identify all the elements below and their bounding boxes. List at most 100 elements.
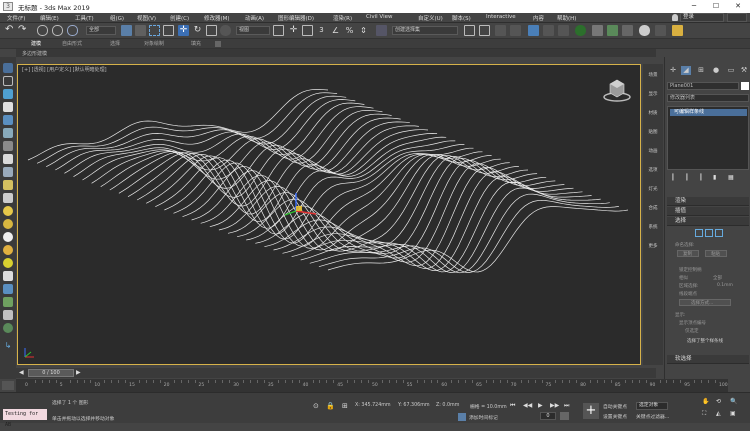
current-frame-field[interactable]: 0 bbox=[540, 412, 556, 420]
go-to-end-icon[interactable]: ⏭ bbox=[564, 402, 569, 410]
project-folder-icon[interactable] bbox=[672, 25, 683, 36]
wire-contour-line[interactable] bbox=[218, 154, 519, 252]
link-icon[interactable] bbox=[37, 25, 48, 36]
orbit-icon[interactable]: ⟲ bbox=[716, 398, 721, 405]
menu-group[interactable]: 组(G) bbox=[110, 14, 124, 22]
display-lights-icon[interactable] bbox=[3, 128, 13, 138]
ribbon-tab-populate[interactable]: 填充 bbox=[191, 40, 201, 47]
menu-scripting[interactable]: 脚本(S) bbox=[452, 14, 471, 22]
display-frozen-icon[interactable] bbox=[3, 245, 13, 255]
hierarchy-tab-icon[interactable]: ⊞ bbox=[696, 66, 706, 75]
auto-key-label[interactable]: 自动关键点 bbox=[603, 403, 627, 410]
time-configuration-icon[interactable] bbox=[560, 412, 569, 420]
set-key-big-icon[interactable]: + bbox=[583, 403, 599, 419]
area-selection-label[interactable]: 区域选择: bbox=[679, 283, 699, 289]
menu-animation[interactable]: 动画(A) bbox=[245, 14, 264, 22]
edit-named-sets-icon[interactable] bbox=[376, 25, 387, 36]
ribbon-tab-object-paint[interactable]: 对象绘制 bbox=[144, 40, 164, 47]
go-to-start-icon[interactable]: ⏮ bbox=[510, 402, 515, 410]
rect-selection-icon[interactable] bbox=[149, 25, 160, 36]
menu-content[interactable]: 内容 bbox=[533, 14, 544, 22]
rollout-selection[interactable]: 选择 bbox=[667, 217, 749, 226]
viewport-label[interactable]: [+] [透视] [用户定义] [默认明暗处理] bbox=[22, 66, 107, 73]
side-tab-lights[interactable]: 灯光 bbox=[646, 186, 660, 192]
redo-icon[interactable]: ↷ bbox=[18, 25, 29, 36]
close-button[interactable]: ✕ bbox=[727, 0, 749, 13]
selection-lock-icon[interactable]: 🔒 bbox=[326, 402, 335, 410]
next-frame-icon[interactable]: ▶▶ bbox=[550, 402, 559, 409]
key-filters-button[interactable]: 关键点过滤器... bbox=[636, 413, 669, 420]
display-spacewarps-icon[interactable] bbox=[3, 167, 13, 177]
track-bar-config-icon[interactable] bbox=[2, 381, 14, 390]
create-tab-icon[interactable]: ✛ bbox=[668, 66, 678, 75]
z-coordinate[interactable]: Z: 0.0mm bbox=[436, 403, 459, 408]
rollout-rendering[interactable]: 渲染 bbox=[667, 197, 749, 206]
rollout-soft-selection[interactable]: 软选择 bbox=[667, 355, 749, 364]
time-slider-next[interactable]: ▶ bbox=[76, 369, 81, 376]
menu-interactive[interactable]: Interactive bbox=[486, 14, 516, 20]
side-tab-scene[interactable]: 场景 bbox=[646, 72, 660, 78]
toggle-ribbon-icon[interactable] bbox=[528, 25, 539, 36]
display-none-icon[interactable] bbox=[3, 89, 13, 99]
display-groups-icon[interactable] bbox=[3, 180, 13, 190]
menu-edit[interactable]: 编辑(E) bbox=[40, 14, 59, 22]
display-cameras-icon[interactable] bbox=[3, 141, 13, 151]
ribbon-tab-freeform[interactable]: 自由形式 bbox=[62, 40, 82, 47]
pivot-icon[interactable] bbox=[273, 25, 284, 36]
menu-tools[interactable]: 工具(T) bbox=[75, 14, 94, 22]
workspace-dropdown[interactable] bbox=[727, 13, 747, 22]
material-editor-icon[interactable] bbox=[575, 25, 586, 36]
display-dependents-icon[interactable] bbox=[3, 310, 13, 320]
wire-contour-line[interactable] bbox=[327, 206, 629, 273]
display-xrefs-icon[interactable] bbox=[3, 232, 13, 242]
field-of-view-icon[interactable]: ◭ bbox=[716, 410, 721, 417]
menu-rendering[interactable]: 渲染(R) bbox=[333, 14, 352, 22]
vertex-mode-icon[interactable] bbox=[695, 229, 703, 237]
view-cube-icon[interactable] bbox=[602, 76, 632, 102]
display-shapes-icon[interactable] bbox=[3, 115, 13, 125]
toggle-layer-explorer-icon[interactable] bbox=[510, 25, 521, 36]
side-tab-maps[interactable]: 贴图 bbox=[646, 129, 660, 135]
stack-item-editable-spline[interactable]: 可编辑样条线 bbox=[670, 109, 747, 116]
menu-civil-view[interactable]: Civil View bbox=[366, 14, 392, 20]
display-all-icon[interactable] bbox=[3, 271, 13, 281]
lock-handles-label[interactable]: 锁定控制柄 bbox=[679, 267, 702, 273]
select-icon[interactable] bbox=[3, 76, 13, 86]
align-icon[interactable] bbox=[479, 25, 490, 36]
isolate-selection-icon[interactable]: ⊙ bbox=[313, 402, 319, 410]
display-bones-icon[interactable] bbox=[3, 193, 13, 203]
absolute-mode-icon[interactable]: ⊞ bbox=[342, 402, 348, 410]
curve-editor-icon[interactable] bbox=[543, 25, 554, 36]
select-manipulate-icon[interactable]: ✛ bbox=[288, 25, 299, 36]
render-production-icon[interactable] bbox=[622, 25, 633, 36]
utilities-tab-icon[interactable]: ⚒ bbox=[739, 66, 749, 75]
sign-in-dropdown[interactable]: 登录 bbox=[680, 13, 724, 22]
wire-contour-line[interactable] bbox=[300, 187, 601, 273]
object-color-swatch[interactable] bbox=[741, 82, 749, 90]
ribbon-subtab[interactable]: 多边形建模 bbox=[22, 50, 47, 57]
ribbon-options-icon[interactable] bbox=[215, 41, 221, 47]
add-time-tag-icon[interactable] bbox=[458, 413, 466, 421]
display-containers-icon[interactable] bbox=[3, 219, 13, 229]
reference-coord-dropdown[interactable]: 视图 bbox=[236, 26, 270, 35]
ribbon-tab-modeling[interactable]: 建模 bbox=[31, 40, 41, 47]
wire-contour-line[interactable] bbox=[309, 193, 610, 274]
undo-icon[interactable]: ↶ bbox=[5, 25, 16, 36]
side-tab-options[interactable]: 选项 bbox=[646, 167, 660, 173]
configure-sets-icon[interactable]: ▦ bbox=[728, 174, 734, 181]
select-object-icon[interactable] bbox=[121, 25, 132, 36]
percent-snap-icon[interactable]: % bbox=[344, 25, 355, 36]
track-bar[interactable]: 0 5 10 15 20 25 30 35 40 45 50 55 60 65 70 75 80 85 90 95 10… bbox=[16, 379, 728, 392]
rollout-interpolation[interactable]: 插值 bbox=[667, 207, 749, 216]
time-slider-thumb[interactable]: 0 / 100 bbox=[28, 369, 74, 377]
display-hidden-icon[interactable] bbox=[3, 258, 13, 268]
side-tab-more[interactable]: 更多 bbox=[646, 243, 660, 249]
toggle-scene-explorer-icon[interactable] bbox=[495, 25, 506, 36]
transform-gizmo-icon[interactable] bbox=[282, 189, 322, 219]
motion-tab-icon[interactable]: ● bbox=[711, 66, 721, 75]
selection-filter-dropdown[interactable]: 全部 bbox=[86, 26, 116, 35]
side-tab-display[interactable]: 显示 bbox=[646, 91, 660, 97]
all-label[interactable]: 全部 bbox=[713, 275, 722, 281]
side-tab-material[interactable]: 材质 bbox=[646, 110, 660, 116]
unlink-icon[interactable] bbox=[52, 25, 63, 36]
